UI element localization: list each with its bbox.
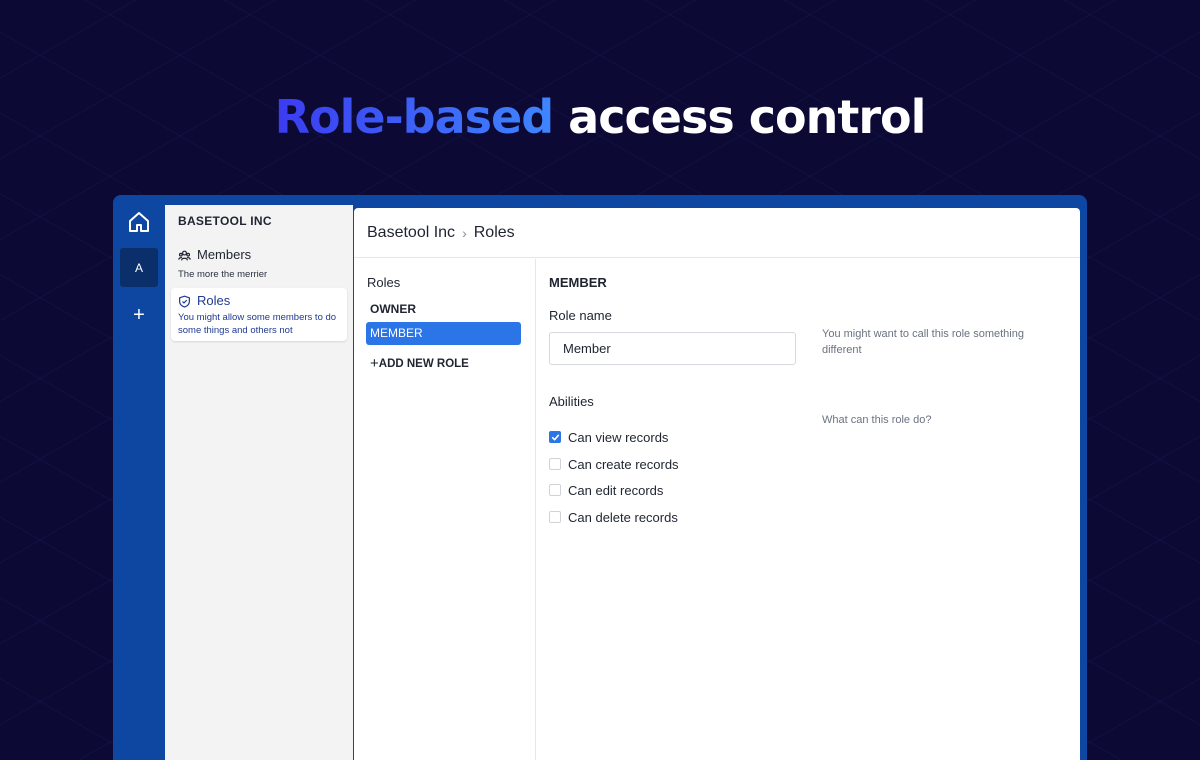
sidebar-item-description: The more the merrier	[178, 269, 268, 280]
ability-delete-records[interactable]: Can delete records	[549, 509, 678, 525]
checkbox-delete-records[interactable]	[549, 511, 561, 523]
sidebar-item-roles[interactable]: Roles You might allow some members to do…	[171, 288, 347, 341]
abilities-hint: What can this role do?	[822, 414, 932, 426]
chevron-right-icon: ›	[462, 224, 467, 241]
ability-label: Can delete records	[568, 509, 678, 525]
add-new-role-button[interactable]: +ADD NEW ROLE	[370, 355, 469, 372]
checkbox-edit-records[interactable]	[549, 484, 561, 496]
org-name: BASETOOL INC	[178, 214, 272, 228]
breadcrumb: Basetool Inc › Roles	[354, 208, 1080, 258]
page-headline: Role-based access control	[0, 90, 1200, 144]
ability-label: Can edit records	[568, 482, 664, 498]
role-item-member[interactable]: MEMBER	[366, 322, 521, 345]
role-detail-panel: MEMBER Role name You might want to call …	[536, 259, 1080, 760]
sidebar-item-label: Members	[197, 247, 252, 262]
add-org-button[interactable]: +	[127, 303, 151, 327]
home-icon[interactable]	[127, 210, 151, 234]
sidebar-item-label: Roles	[197, 293, 231, 308]
main-panel: Basetool Inc › Roles Roles OWNER MEMBER …	[354, 208, 1080, 760]
settings-sidebar: BASETOOL INC Members The more the merrie…	[165, 205, 353, 760]
roles-list-title: Roles	[367, 275, 401, 290]
ability-edit-records[interactable]: Can edit records	[549, 482, 663, 498]
abilities-label: Abilities	[549, 394, 594, 409]
org-avatar[interactable]: A	[120, 248, 158, 287]
role-detail-title: MEMBER	[549, 275, 607, 290]
roles-list-panel: Roles OWNER MEMBER +ADD NEW ROLE	[354, 259, 536, 760]
role-item-owner[interactable]: OWNER	[366, 298, 521, 321]
headline-rest: access control	[568, 90, 926, 144]
ability-label: Can view records	[568, 429, 669, 445]
add-new-role-label: ADD NEW ROLE	[378, 358, 469, 370]
app-window: A + BASETOOL INC Members The more the me…	[113, 195, 1087, 760]
ability-create-records[interactable]: Can create records	[549, 456, 679, 472]
plus-icon: +	[370, 355, 379, 372]
breadcrumb-org[interactable]: Basetool Inc	[367, 224, 455, 242]
ability-label: Can create records	[568, 456, 679, 472]
sidebar-item-description: You might allow some members to do some …	[178, 312, 337, 336]
checkbox-view-records[interactable]	[549, 431, 561, 443]
checkbox-create-records[interactable]	[549, 458, 561, 470]
ability-view-records[interactable]: Can view records	[549, 429, 668, 445]
app-rail: A +	[113, 195, 165, 760]
shield-icon	[179, 295, 190, 308]
breadcrumb-page: Roles	[473, 223, 515, 241]
role-name-hint: You might want to call this role somethi…	[822, 328, 1024, 356]
users-icon	[178, 250, 191, 261]
sidebar-item-members[interactable]: Members The more the merrier	[171, 242, 347, 282]
role-name-input[interactable]	[549, 332, 796, 365]
role-name-label: Role name	[549, 308, 612, 323]
check-icon	[551, 434, 559, 440]
headline-accent: Role-based	[274, 90, 555, 144]
